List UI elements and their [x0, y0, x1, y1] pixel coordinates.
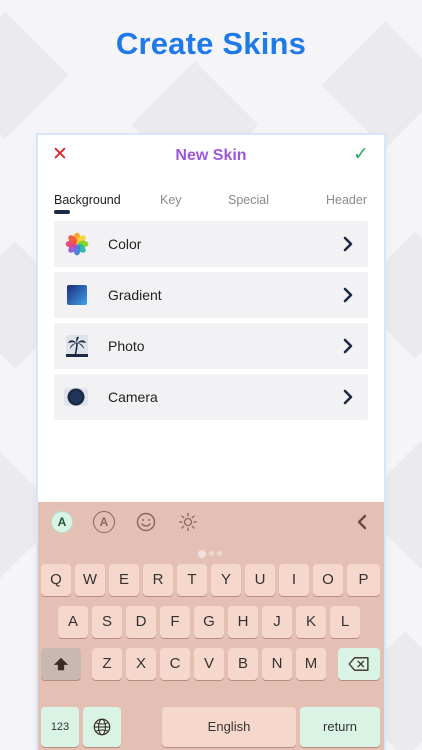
camera-icon — [64, 388, 88, 406]
space-key[interactable]: English — [162, 707, 296, 747]
key-k[interactable]: K — [296, 606, 326, 638]
numbers-key[interactable]: 123 — [41, 707, 79, 747]
screen-title: New Skin — [175, 147, 247, 164]
key-q[interactable]: Q — [41, 564, 71, 596]
backspace-icon — [348, 657, 369, 671]
gradient-square-icon — [67, 285, 87, 305]
key-r[interactable]: R — [143, 564, 173, 596]
tab-special[interactable]: Special — [228, 193, 269, 207]
page-dot — [217, 551, 222, 557]
key-u[interactable]: U — [245, 564, 275, 596]
chevron-right-icon — [343, 287, 353, 303]
key-g[interactable]: G — [194, 606, 224, 638]
collapse-toolbar-button[interactable] — [352, 511, 376, 535]
backspace-key[interactable] — [338, 648, 380, 680]
key-p[interactable]: P — [347, 564, 380, 596]
font-outline-button[interactable]: A — [93, 511, 117, 535]
key-f[interactable]: F — [160, 606, 190, 638]
key-o[interactable]: O — [313, 564, 343, 596]
page-indicator — [198, 545, 225, 558]
tab-header[interactable]: Header — [326, 193, 367, 207]
page-dot — [209, 551, 214, 557]
keyboard-toolbar: A A — [38, 502, 384, 542]
list-item-label: Gradient — [108, 287, 162, 303]
keyboard-preview: A A Q W E R T Y U I O P A S D F G H J K … — [38, 502, 384, 750]
smiley-icon — [136, 512, 156, 532]
list-item-photo[interactable]: Photo — [54, 323, 368, 369]
emoji-button[interactable] — [135, 511, 159, 535]
hero-title: Create Skins — [115, 26, 307, 61]
tab-background[interactable]: Background — [54, 193, 121, 207]
shift-arrow-icon — [53, 657, 69, 671]
key-t[interactable]: T — [177, 564, 207, 596]
background-options-list: Color Gradient Photo Camera — [38, 221, 384, 420]
active-tab-indicator — [54, 210, 70, 214]
key-b[interactable]: B — [228, 648, 258, 680]
tab-key[interactable]: Key — [160, 193, 182, 207]
globe-key[interactable] — [83, 707, 121, 747]
tab-bar: Background Key Special Header — [38, 187, 384, 215]
chevron-left-icon — [357, 514, 367, 530]
key-e[interactable]: E — [109, 564, 139, 596]
phone-screen: ✕ New Skin ✓ Background Key Special Head… — [38, 135, 384, 750]
page-dot-active — [198, 549, 206, 558]
key-w[interactable]: W — [75, 564, 105, 596]
key-c[interactable]: C — [160, 648, 190, 680]
chevron-right-icon — [343, 389, 353, 405]
key-s[interactable]: S — [92, 606, 122, 638]
key-j[interactable]: J — [262, 606, 292, 638]
color-petals-icon — [65, 232, 89, 256]
list-item-color[interactable]: Color — [54, 221, 368, 267]
key-n[interactable]: N — [262, 648, 292, 680]
brightness-button[interactable] — [177, 511, 201, 535]
key-x[interactable]: X — [126, 648, 156, 680]
key-l[interactable]: L — [330, 606, 360, 638]
list-item-label: Photo — [108, 338, 145, 354]
checkmark-icon[interactable]: ✓ — [350, 144, 372, 166]
palm-tree-photo-icon — [66, 335, 88, 357]
list-item-camera[interactable]: Camera — [54, 374, 368, 420]
key-y[interactable]: Y — [211, 564, 241, 596]
font-style-button[interactable]: A — [51, 511, 75, 535]
navigation-bar: ✕ New Skin ✓ — [38, 135, 384, 179]
list-item-label: Camera — [108, 389, 158, 405]
chevron-right-icon — [343, 338, 353, 354]
key-d[interactable]: D — [126, 606, 156, 638]
key-i[interactable]: I — [279, 564, 309, 596]
return-key[interactable]: return — [300, 707, 380, 747]
sun-icon — [178, 512, 198, 532]
key-v[interactable]: V — [194, 648, 224, 680]
key-z[interactable]: Z — [92, 648, 122, 680]
font-outline-badge: A — [93, 511, 115, 533]
list-item-label: Color — [108, 236, 142, 252]
key-h[interactable]: H — [228, 606, 258, 638]
list-item-gradient[interactable]: Gradient — [54, 272, 368, 318]
shift-key[interactable] — [41, 648, 81, 680]
globe-icon — [93, 718, 111, 736]
key-m[interactable]: M — [296, 648, 326, 680]
chevron-right-icon — [343, 236, 353, 252]
font-style-badge: A — [51, 511, 73, 533]
key-a[interactable]: A — [58, 606, 88, 638]
